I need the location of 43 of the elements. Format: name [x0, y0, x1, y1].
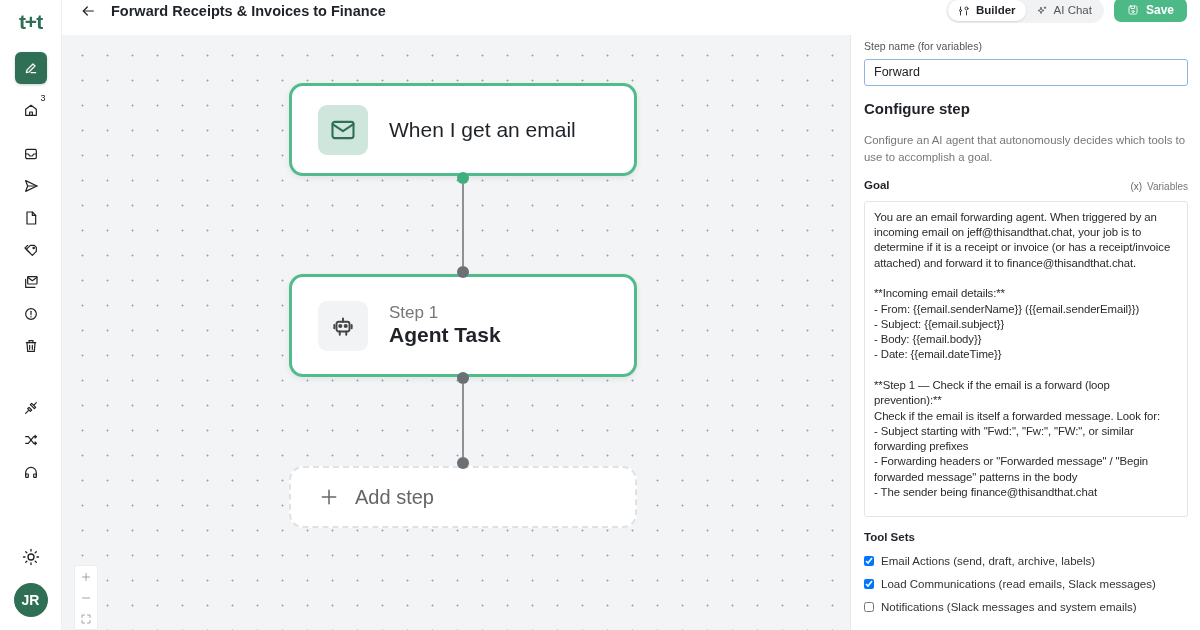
tool-checkbox[interactable]	[864, 556, 874, 567]
variables-icon[interactable]: (x)	[1130, 178, 1143, 194]
checkbox-label: Notifications (Slack messages and system emails)	[881, 599, 1137, 615]
plug-icon	[22, 399, 39, 416]
app-logo[interactable]: t+t	[18, 6, 43, 38]
builder-icon	[958, 4, 970, 17]
tool-checkbox[interactable]	[864, 602, 874, 613]
node-title: When I get an email	[389, 116, 576, 143]
field-label: Step name (for variables)	[864, 39, 983, 54]
plus-icon	[319, 487, 339, 507]
add-step-button[interactable]: Add step	[289, 466, 637, 528]
fit-view-icon	[80, 612, 92, 625]
alert-icon	[22, 305, 39, 322]
section-heading: Tool Sets	[864, 529, 916, 545]
sidebar-item[interactable]: 3	[14, 93, 47, 126]
tool-checkbox[interactable]	[864, 579, 874, 590]
robot-icon	[318, 300, 368, 351]
count-label: 3	[40, 93, 46, 103]
view-tab[interactable]: AI Chat	[1025, 0, 1102, 21]
user-avatar[interactable]: JR	[13, 583, 48, 617]
page-title: Forward Receipts & Invoices to Finance	[111, 2, 386, 21]
field-label: Goal	[864, 178, 890, 194]
sun-icon	[21, 548, 40, 566]
mail-icon	[318, 104, 368, 155]
workflow-node[interactable]: Step 1 Agent Task	[289, 274, 637, 377]
section-heading: Configure step	[864, 98, 971, 119]
section-description: Configure an AI agent that autonomously decides which tools to use to accomplish a goal.	[864, 133, 1187, 166]
send-icon	[22, 177, 39, 194]
plus-icon	[80, 570, 92, 583]
checkbox-label: Email Actions (send, draft, archive, labels)	[881, 553, 1096, 569]
goal-field[interactable]: You are an email forwarding agent. When triggered by an incoming email on jeff@thisandthat.chat, your job is to determine if it is a receipt or invoice (or has a receipt/invoice attached) and forward it to finance@thisandthat.chat. **Incoming email details:** - From: {{email.senderName}} ({{email.senderEmail}}) - Subject: {{email.subject}} - Body: {{email.body}} - Date: {{email.dateTime}} **Step 1 — Check if the email is a forward (loop prevention):** Check if the email is itself a forwarded message. Look for: - Subject starting with "Fwd:", "Fw:", "FW:", or similar forwarding prefixes - Forwarding headers or "Forwarded message" / "Begin forwarded message" patterns in the body - The sender being finance@thisandthat.chat	[864, 200, 1188, 517]
save-icon	[1126, 4, 1139, 16]
workflow-node[interactable]: When I get an email	[289, 83, 637, 176]
sparkle-icon	[1035, 4, 1048, 17]
variables-link[interactable]: Variables	[1147, 178, 1188, 194]
connector-handle[interactable]	[457, 457, 469, 469]
node-title: Agent Task	[389, 322, 501, 348]
step-name-field[interactable]: Forward	[864, 58, 1188, 86]
connector-handle[interactable]	[457, 266, 469, 278]
checkbox-label: Load Communications (read emails, Slack messages)	[881, 576, 1156, 592]
view-tab[interactable]: Builder	[948, 0, 1026, 21]
mail-stack-icon	[22, 273, 39, 290]
node-subtitle: Step 1	[389, 303, 440, 323]
